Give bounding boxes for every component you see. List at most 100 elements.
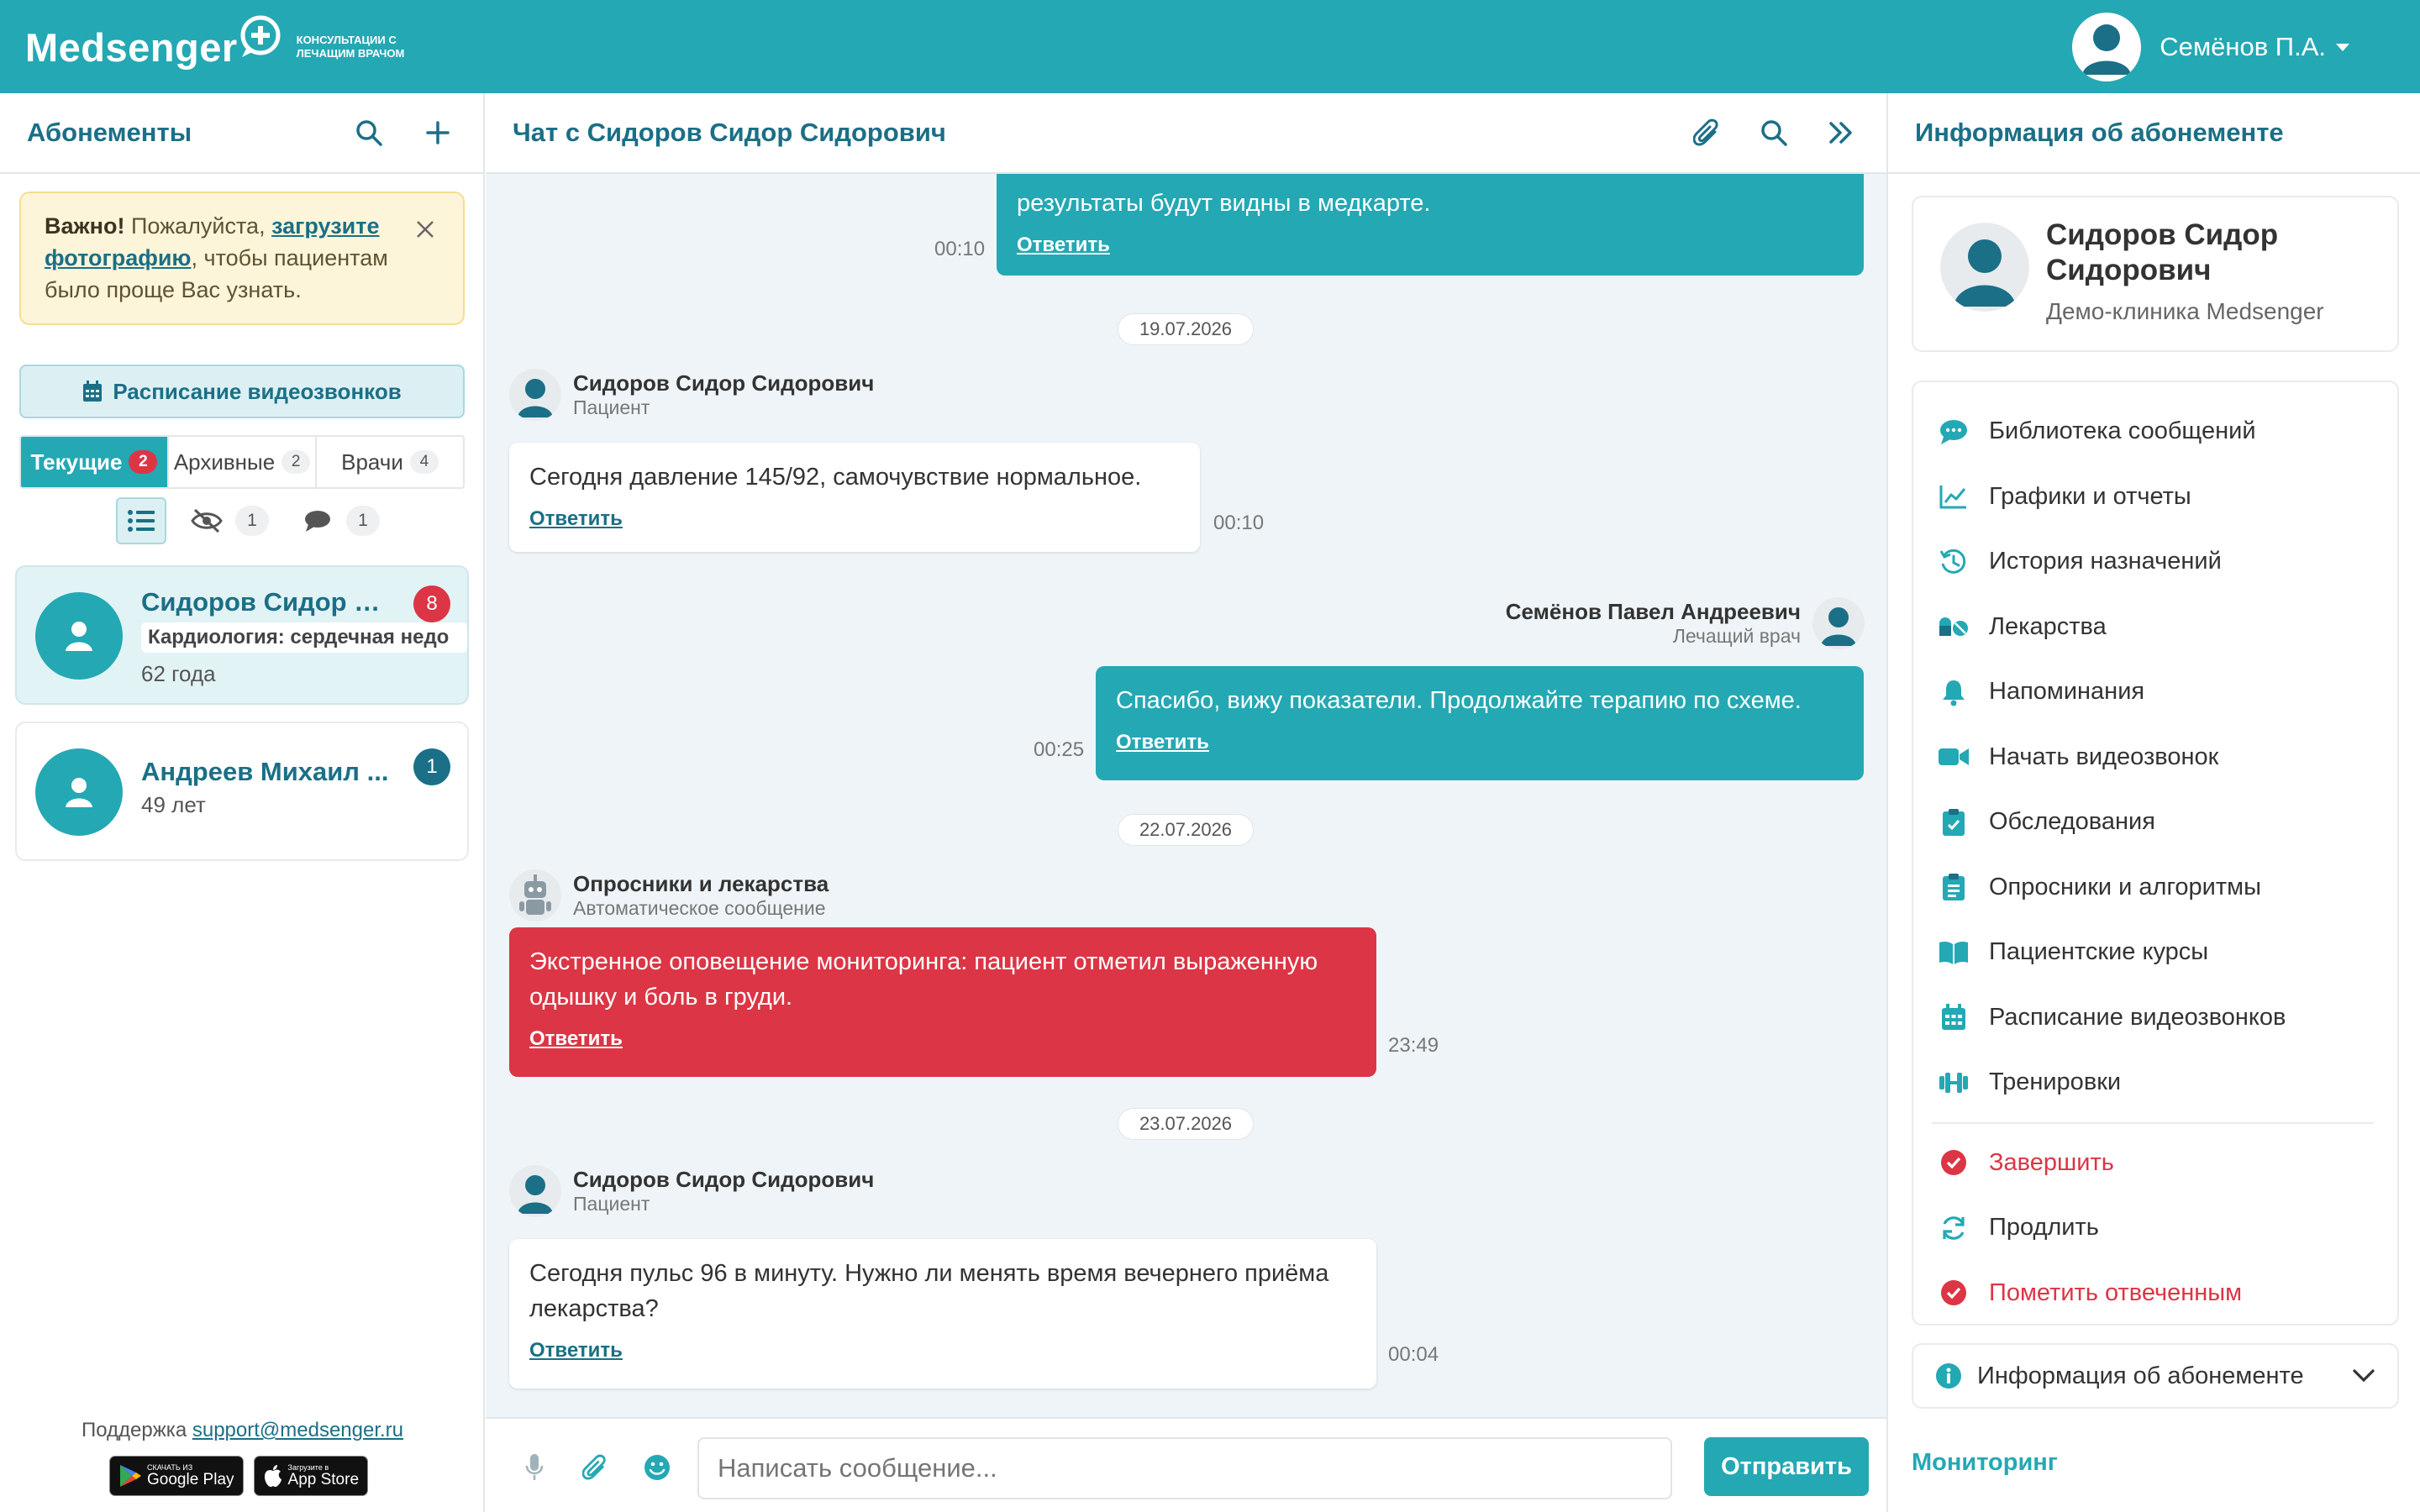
hidden-filter-button[interactable]: [182, 497, 232, 544]
refresh-icon: [1937, 1211, 1970, 1245]
patient-age: 62 года: [141, 661, 216, 686]
chat-search-button[interactable]: [1755, 114, 1792, 151]
avatar: [1812, 597, 1865, 649]
reply-link[interactable]: Ответить: [529, 1333, 1356, 1368]
dumbbell-icon: [1937, 1066, 1970, 1100]
reply-link[interactable]: Ответить: [529, 501, 1180, 537]
user-menu[interactable]: Семёнов П.А.: [2072, 12, 2349, 82]
message-list[interactable]: результаты будут видны в медкарте. Ответ…: [486, 174, 1886, 1417]
alert-message-bubble: Экстренное оповещение мониторинга: пацие…: [509, 927, 1376, 1077]
message-time: 00:10: [934, 238, 986, 260]
clinic-name: Демо-клиника Medsenger: [2046, 298, 2324, 324]
menu-item-label: Начать видеозвонок: [1989, 743, 2219, 770]
menu-item-label: История назначений: [1989, 548, 2222, 575]
video-schedule-button[interactable]: Расписание видеозвонков: [19, 365, 465, 418]
emoji-button[interactable]: [639, 1449, 676, 1486]
menu-item-video-schedule[interactable]: Расписание видеозвонков: [1913, 985, 2397, 1051]
attachments-button[interactable]: [1688, 114, 1725, 151]
menu-item-prescription-history[interactable]: История назначений: [1913, 529, 2397, 595]
google-play-badge[interactable]: СКАЧАТЬ ИЗ Google Play: [109, 1456, 244, 1496]
menu-item-start-video-call[interactable]: Начать видеозвонок: [1913, 725, 2397, 790]
menu-item-label: Расписание видеозвонков: [1989, 1003, 2286, 1031]
tab-archived[interactable]: Архивные 2: [167, 437, 315, 487]
comments-filter-button[interactable]: [292, 497, 343, 544]
tab-doctors-count: 4: [409, 450, 439, 474]
upload-photo-notice: Важно! Пожалуйста, загрузите фотографию,…: [19, 192, 465, 325]
message-sender: Семёнов Павел Андреевич Лечащий врач: [1506, 597, 1865, 649]
menu-item-medications[interactable]: Лекарства: [1913, 595, 2397, 660]
chevron-down-icon: [2353, 1369, 2375, 1383]
menu-item-workouts[interactable]: Тренировки: [1913, 1050, 2397, 1116]
reply-link[interactable]: Ответить: [1017, 228, 1844, 263]
menu-item-charts[interactable]: Графики и отчеты: [1913, 465, 2397, 530]
clipboard-check-icon: [1937, 806, 1970, 839]
menu-item-label: Пометить отвеченным: [1989, 1278, 2243, 1306]
tab-doctors-label: Врачи: [341, 449, 403, 475]
date-separator: 19.07.2026: [1118, 313, 1254, 345]
patient-program-tag: Кардиология: сердечная недо: [141, 622, 467, 653]
message-text: Сегодня давление 145/92, самочувствие но…: [529, 464, 1142, 491]
notice-bold: Важно!: [45, 213, 125, 239]
close-icon[interactable]: [413, 217, 438, 242]
message-composer: Отправить: [486, 1417, 1886, 1512]
support-email-link[interactable]: support@medsenger.ru: [192, 1419, 403, 1441]
chat-panel: Чат с Сидоров Сидор Сидорович результаты…: [486, 93, 1886, 1512]
attach-file-button[interactable]: [576, 1449, 613, 1486]
patient-card[interactable]: Сидоров Сидор С... 8 Кардиология: сердеч…: [15, 565, 469, 705]
send-button[interactable]: Отправить: [1704, 1437, 1869, 1496]
message-bubble: Сегодня пульс 96 в минуту. Нужно ли меня…: [509, 1239, 1376, 1389]
menu-item-questionnaires[interactable]: Опросники и алгоритмы: [1913, 855, 2397, 921]
unread-badge: 8: [413, 585, 450, 622]
line-chart-icon: [1937, 480, 1970, 513]
search-icon[interactable]: [350, 114, 387, 151]
monitoring-heading: Мониторинг: [1912, 1449, 2058, 1476]
store-badges: СКАЧАТЬ ИЗ Google Play Загрузите в App Sto…: [109, 1456, 369, 1496]
chat-bubble-icon: [1937, 415, 1970, 449]
tab-doctors[interactable]: Врачи 4: [315, 437, 463, 487]
voice-message-button[interactable]: [516, 1449, 553, 1486]
info-header: Информация об абонементе: [1888, 93, 2420, 174]
menu-divider: [1932, 1121, 2374, 1124]
pills-icon: [1937, 610, 1970, 643]
info-circle-icon: [1936, 1363, 1961, 1389]
check-circle-icon: [1937, 1276, 1970, 1310]
menu-item-mark-answered[interactable]: Пометить отвеченным: [1913, 1261, 2397, 1326]
microphone-icon: [525, 1454, 544, 1480]
add-icon[interactable]: [419, 114, 456, 151]
tab-current[interactable]: Текущие 2: [21, 437, 167, 487]
tab-archived-count: 2: [281, 450, 311, 474]
list-view-button[interactable]: [116, 497, 166, 544]
menu-item-label: Продлить: [1989, 1214, 2099, 1242]
message-time: 00:25: [1034, 738, 1085, 761]
message-text: результаты будут видны в медкарте.: [1017, 190, 1431, 217]
bell-icon: [1937, 675, 1970, 709]
menu-item-reminders[interactable]: Напоминания: [1913, 659, 2397, 725]
patient-card[interactable]: Андреев Михаил ... 1 49 лет: [15, 722, 469, 861]
menu-item-examinations[interactable]: Обследования: [1913, 790, 2397, 855]
message-input[interactable]: [697, 1437, 1672, 1499]
patient-profile-card: Сидоров Сидор Сидорович Демо-клиника Med…: [1912, 196, 2399, 352]
menu-item-finish[interactable]: Завершить: [1913, 1131, 2397, 1196]
avatar: [35, 748, 123, 836]
menu-item-message-library[interactable]: Библиотека сообщений: [1913, 399, 2397, 465]
reply-link[interactable]: Ответить: [529, 1021, 1356, 1057]
app-store-badge[interactable]: Загрузите в App Store: [253, 1456, 369, 1496]
patient-name: Сидоров Сидор С...: [141, 587, 393, 617]
apple-icon: [264, 1465, 281, 1488]
logo[interactable]: Medsenger КОНСУЛЬТАЦИИ С ЛЕЧАЩИМ ВРАЧОМ: [25, 15, 448, 79]
calendar-icon: [1937, 1000, 1970, 1034]
avatar: [2072, 13, 2142, 81]
message-text: Спасибо, вижу показатели. Продолжайте те…: [1116, 687, 1802, 714]
reply-link[interactable]: Ответить: [1116, 725, 1844, 760]
menu-item-patient-courses[interactable]: Пациентские курсы: [1913, 920, 2397, 985]
collapse-sidebar-button[interactable]: [1823, 114, 1860, 151]
message-sender: Опросники и лекарства Автоматическое сооб…: [509, 869, 829, 921]
message-text: Сегодня пульс 96 в минуту. Нужно ли меня…: [529, 1260, 1329, 1322]
subscription-info-toggle[interactable]: Информация об абонементе: [1912, 1343, 2399, 1409]
info-toggle-label: Информация об абонементе: [1977, 1362, 2304, 1389]
menu-item-label: Пациентские курсы: [1989, 938, 2209, 966]
sender-name: Сидоров Сидор Сидорович: [573, 370, 875, 396]
menu-item-extend[interactable]: Продлить: [1913, 1195, 2397, 1261]
paperclip-icon: [1693, 118, 1718, 146]
google-play-icon: [120, 1465, 141, 1487]
